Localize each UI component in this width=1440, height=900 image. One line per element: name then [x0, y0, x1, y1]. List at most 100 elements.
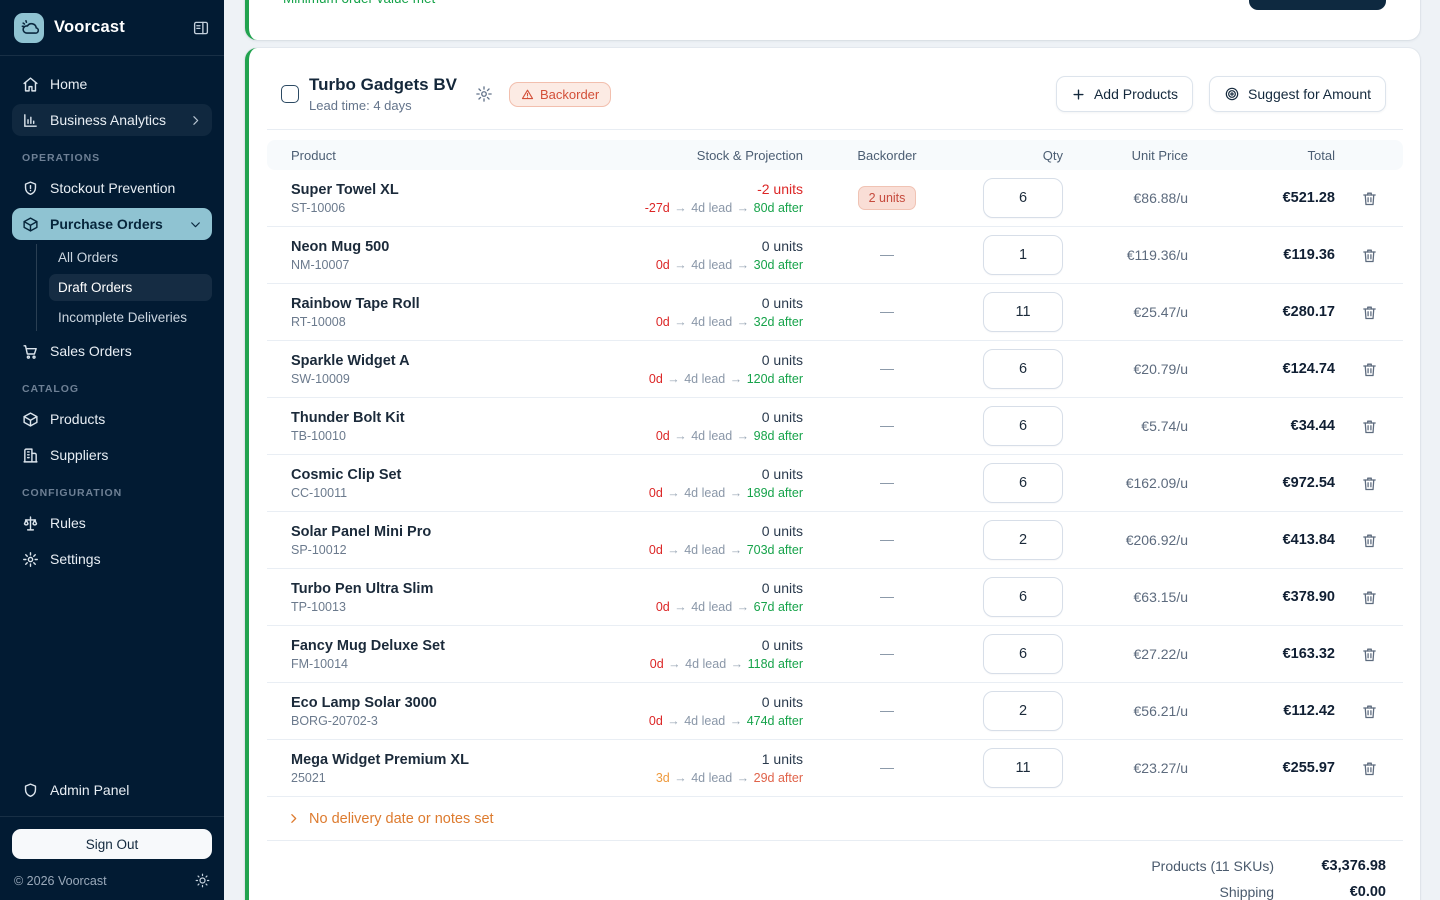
add-products-button[interactable]: Add Products: [1056, 76, 1193, 112]
row-total: €112.42: [1188, 703, 1335, 719]
trash-icon[interactable]: [1359, 359, 1380, 380]
totals-products-value: €3,376.98: [1296, 858, 1386, 874]
sidebar-item-suppliers[interactable]: Suppliers: [12, 439, 212, 471]
trash-icon[interactable]: [1359, 473, 1380, 494]
delivery-notes-row[interactable]: No delivery date or notes set: [267, 797, 1403, 841]
table-row: Fancy Mug Deluxe Set FM-10014 0 units 0d…: [267, 626, 1403, 683]
unit-price: €25.47/u: [1063, 304, 1188, 320]
product-name: Cosmic Clip Set: [291, 467, 613, 483]
sidebar-item-stockout-prevention[interactable]: Stockout Prevention: [12, 172, 212, 204]
bar-chart-icon: [22, 112, 39, 129]
trash-icon[interactable]: [1359, 188, 1380, 209]
backorder-empty-dash: —: [880, 474, 894, 490]
sidebar-subitem-draft-orders[interactable]: Draft Orders: [49, 274, 212, 301]
table-body: Super Towel XL ST-10006 -2 units -27d → …: [267, 170, 1403, 797]
table-row: Thunder Bolt Kit TB-10010 0 units 0d → 4…: [267, 398, 1403, 455]
warning-triangle-icon: [521, 88, 534, 101]
sidebar-subitem-all-orders[interactable]: All Orders: [49, 244, 212, 271]
stock-units: 0 units: [613, 295, 803, 311]
column-header-qty: Qty: [971, 148, 1063, 163]
qty-input[interactable]: 11: [983, 292, 1063, 332]
trash-icon[interactable]: [1359, 758, 1380, 779]
product-sku: TB-10010: [291, 429, 613, 443]
row-total: €124.74: [1188, 361, 1335, 377]
table-row: Super Towel XL ST-10006 -2 units -27d → …: [267, 170, 1403, 227]
backorder-status-badge: Backorder: [509, 82, 611, 107]
qty-input[interactable]: 1: [983, 235, 1063, 275]
backorder-cell: —: [803, 531, 971, 549]
row-total: €521.28: [1188, 190, 1335, 206]
chevron-right-icon: [287, 812, 300, 825]
backorder-empty-dash: —: [880, 645, 894, 661]
sidebar-item-purchase-orders[interactable]: Purchase Orders: [12, 208, 212, 240]
stock-units: 0 units: [613, 580, 803, 596]
backorder-empty-dash: —: [880, 417, 894, 433]
stock-units: 0 units: [613, 409, 803, 425]
section-label-operations: OPERATIONS: [22, 152, 202, 164]
stock-projection: 0d → 4d lead → 189d after: [613, 486, 803, 500]
trash-icon[interactable]: [1359, 530, 1380, 551]
product-sku: BORG-20702-3: [291, 714, 613, 728]
column-header-stock: Stock & Projection: [613, 148, 803, 163]
sidebar-item-home[interactable]: Home: [12, 68, 212, 100]
shopping-cart-icon: [22, 343, 39, 360]
sidebar-item-admin-panel[interactable]: Admin Panel: [12, 774, 212, 806]
unit-price: €162.09/u: [1063, 475, 1188, 491]
trash-icon[interactable]: [1359, 644, 1380, 665]
sidebar-item-products[interactable]: Products: [12, 403, 212, 435]
stock-projection: 0d → 4d lead → 474d after: [613, 714, 803, 728]
supplier-lead-time: Lead time: 4 days: [309, 98, 457, 113]
product-name: Rainbow Tape Roll: [291, 296, 613, 312]
table-row: Solar Panel Mini Pro SP-10012 0 units 0d…: [267, 512, 1403, 569]
product-sku: ST-10006: [291, 201, 613, 215]
qty-input[interactable]: 2: [983, 520, 1063, 560]
suggest-for-amount-button[interactable]: Suggest for Amount: [1209, 76, 1386, 112]
row-total: €119.36: [1188, 247, 1335, 263]
row-total: €413.84: [1188, 532, 1335, 548]
qty-input[interactable]: 6: [983, 406, 1063, 446]
supplier-checkbox[interactable]: [281, 85, 299, 103]
table-row: Cosmic Clip Set CC-10011 0 units 0d → 4d…: [267, 455, 1403, 512]
qty-input[interactable]: 2: [983, 691, 1063, 731]
sidebar-item-sales-orders[interactable]: Sales Orders: [12, 335, 212, 367]
trash-icon[interactable]: [1359, 701, 1380, 722]
sidebar-item-rules[interactable]: Rules: [12, 507, 212, 539]
sidebar: Voorcast Home Business Analytics OPERATI…: [0, 0, 224, 900]
sidebar-collapse-icon[interactable]: [192, 19, 210, 37]
main-content: Minimum order value met Turbo Gadgets BV…: [224, 0, 1440, 900]
qty-input[interactable]: 6: [983, 634, 1063, 674]
qty-input[interactable]: 11: [983, 748, 1063, 788]
minimum-order-value-status: Minimum order value met: [283, 0, 435, 6]
sidebar-item-settings[interactable]: Settings: [12, 543, 212, 575]
trash-icon[interactable]: [1359, 302, 1380, 323]
theme-toggle-sun-icon[interactable]: [195, 873, 210, 888]
trash-icon[interactable]: [1359, 245, 1380, 266]
sidebar-nav: Home Business Analytics OPERATIONS Stock…: [0, 56, 224, 774]
totals-shipping-row: Shipping €0.00: [249, 879, 1386, 900]
qty-input[interactable]: 6: [983, 178, 1063, 218]
product-sku: 25021: [291, 771, 613, 785]
totals-products-row: Products (11 SKUs) €3,376.98: [249, 853, 1386, 879]
sign-out-button[interactable]: Sign Out: [12, 829, 212, 859]
sidebar-subitem-incomplete-deliveries[interactable]: Incomplete Deliveries: [49, 304, 212, 331]
sidebar-item-business-analytics[interactable]: Business Analytics: [12, 104, 212, 136]
primary-action-button-cutoff[interactable]: [1249, 0, 1386, 10]
stock-units: 0 units: [613, 238, 803, 254]
stock-projection: 0d → 4d lead → 120d after: [613, 372, 803, 386]
trash-icon[interactable]: [1359, 416, 1380, 437]
product-name: Fancy Mug Deluxe Set: [291, 638, 613, 654]
supplier-settings-gear-icon[interactable]: [475, 85, 493, 103]
column-header-total: Total: [1188, 148, 1335, 163]
backorder-empty-dash: —: [880, 360, 894, 376]
table-row: Sparkle Widget A SW-10009 0 units 0d → 4…: [267, 341, 1403, 398]
row-total: €163.32: [1188, 646, 1335, 662]
backorder-cell: —: [803, 702, 971, 720]
backorder-cell: —: [803, 360, 971, 378]
section-label-catalog: CATALOG: [22, 383, 202, 395]
qty-input[interactable]: 6: [983, 463, 1063, 503]
trash-icon[interactable]: [1359, 587, 1380, 608]
section-label-configuration: CONFIGURATION: [22, 487, 202, 499]
stock-units: 0 units: [613, 523, 803, 539]
qty-input[interactable]: 6: [983, 349, 1063, 389]
qty-input[interactable]: 6: [983, 577, 1063, 617]
